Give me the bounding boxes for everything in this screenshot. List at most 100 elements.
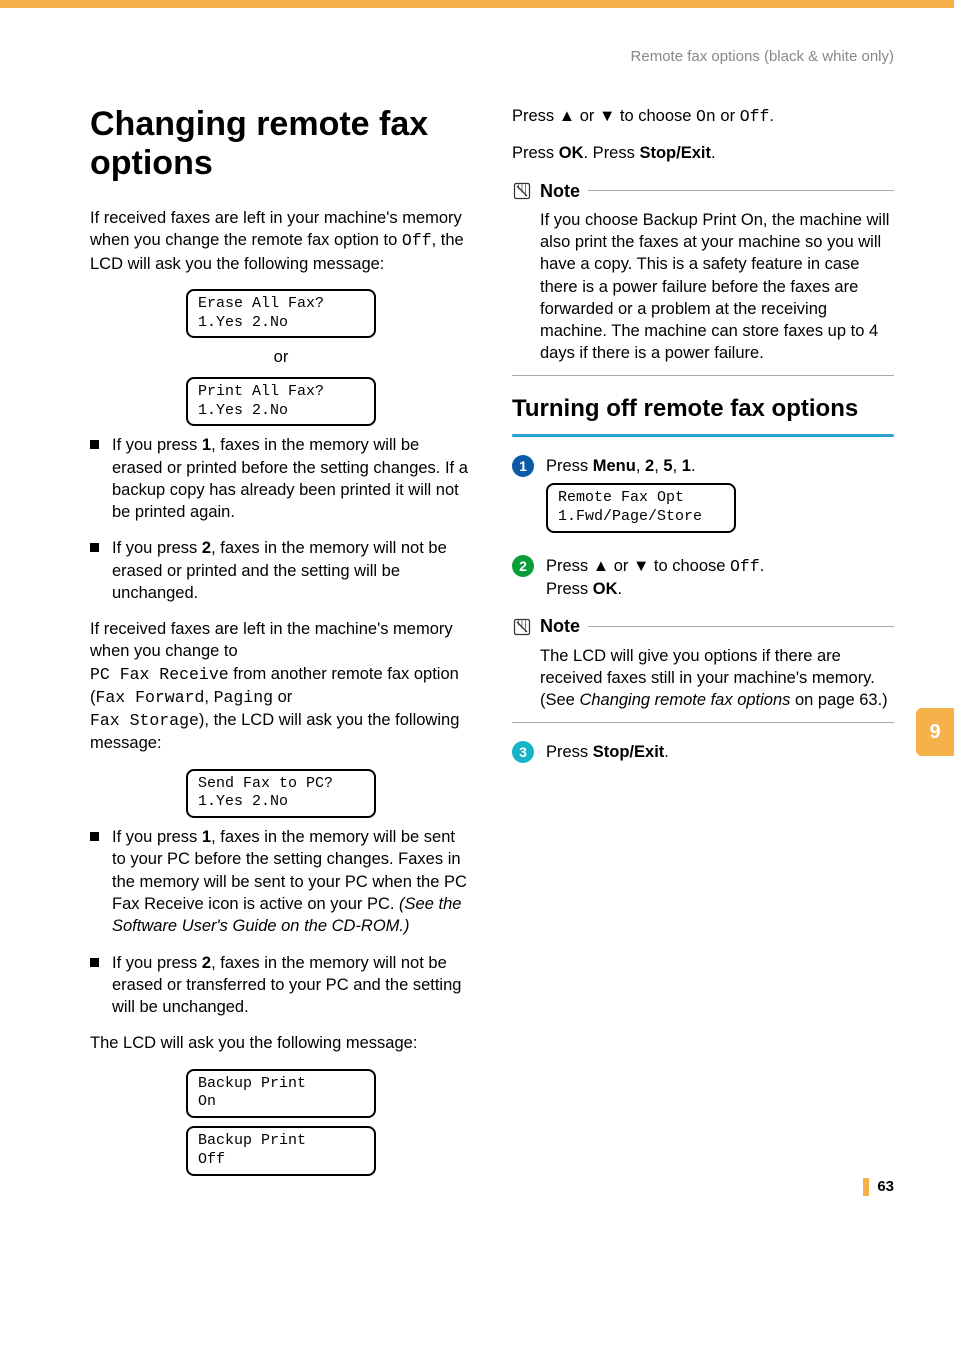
text: If received faxes are left in the machin…: [90, 620, 453, 660]
lcd-row: Send Fax to PC? 1.Yes 2.No: [90, 769, 472, 819]
or-separator: or: [90, 346, 472, 368]
page-title: Changing remote fax options: [90, 105, 472, 183]
chapter-tab: 9: [916, 708, 954, 756]
key-1: 1: [202, 436, 211, 454]
text: ,: [654, 457, 663, 475]
step-2: 2 Press ▲ or ▼ to choose Off. Press OK.: [512, 555, 894, 601]
note-title: Note: [540, 179, 580, 203]
key-ok: OK: [559, 144, 584, 162]
key-2: 2: [645, 457, 654, 475]
text: Press: [512, 144, 559, 162]
text: If you press: [112, 828, 202, 846]
running-head: Remote fax options (black & white only): [90, 48, 894, 65]
lcd-remote-fax-opt: Remote Fax Opt 1.Fwd/Page/Store: [546, 483, 736, 533]
text: to choose: [615, 107, 696, 125]
key-1: 1: [682, 457, 691, 475]
lcd-backup-print-on: Backup Print On: [186, 1069, 376, 1119]
key-ok: OK: [593, 580, 618, 598]
inline-code-off: Off: [730, 557, 760, 576]
inline-code-on: On: [696, 107, 716, 126]
step-1: 1 Press Menu, 2, 5, 1. Remote Fax Opt 1.…: [512, 455, 894, 541]
pcfax-paragraph: If received faxes are left in the machin…: [90, 618, 472, 755]
key-5: 5: [663, 457, 672, 475]
lcd-print-all-fax: Print All Fax? 1.Yes 2.No: [186, 377, 376, 427]
text: ,: [673, 457, 682, 475]
lcd-row: Backup Print On: [90, 1069, 472, 1119]
list-item: If you press 2, faxes in the memory will…: [90, 537, 472, 604]
text: to choose: [649, 557, 730, 575]
text: or: [273, 688, 292, 706]
inline-code: PC Fax Receive: [90, 665, 229, 684]
text: or: [575, 107, 599, 125]
section-title: Turning off remote fax options: [512, 394, 894, 424]
inline-code-off: Off: [402, 231, 432, 250]
text: .: [769, 107, 774, 125]
lcd-row: Print All Fax? 1.Yes 2.No: [90, 377, 472, 427]
intro-paragraph: If received faxes are left in your machi…: [90, 207, 472, 275]
note-icon: [512, 617, 532, 637]
step-badge-2: 2: [512, 555, 534, 577]
text: If you press: [112, 954, 202, 972]
note-header: Note: [512, 614, 894, 638]
note-title: Note: [540, 614, 580, 638]
list-item: If you press 1, faxes in the memory will…: [90, 826, 472, 937]
text: . Press: [584, 144, 640, 162]
text: .: [618, 580, 623, 598]
text: ,: [636, 457, 645, 475]
page-body: Remote fax options (black & white only) …: [0, 8, 954, 1224]
down-arrow-icon: ▼: [599, 107, 615, 125]
text: Press: [546, 457, 593, 475]
key-2: 2: [202, 539, 211, 557]
inline-code-off: Off: [740, 107, 770, 126]
key-stop-exit: Stop/Exit: [593, 743, 665, 761]
cross-reference: Changing remote fax options: [579, 691, 790, 709]
up-arrow-icon: ▲: [593, 557, 609, 575]
press-ok-stopexit: Press OK. Press Stop/Exit.: [512, 142, 894, 164]
right-column: Press ▲ or ▼ to choose On or Off. Press …: [512, 105, 894, 1184]
inline-code: Fax Storage: [90, 711, 199, 730]
note-rule-end: [512, 722, 894, 724]
key-stop-exit: Stop/Exit: [639, 144, 711, 162]
text: .: [664, 743, 669, 761]
key-1: 1: [202, 828, 211, 846]
two-column-layout: Changing remote fax options If received …: [90, 105, 894, 1184]
step-badge-3: 3: [512, 741, 534, 763]
press-arrow-line: Press ▲ or ▼ to choose On or Off.: [512, 105, 894, 128]
up-arrow-icon: ▲: [559, 107, 575, 125]
text: .: [691, 457, 696, 475]
note-body: The LCD will give you options if there a…: [512, 645, 894, 712]
lcd-row: Backup Print Off: [90, 1126, 472, 1176]
note-rule-end: [512, 375, 894, 377]
lcd-row: Erase All Fax? 1.Yes 2.No: [90, 289, 472, 339]
bullet-list: If you press 1, faxes in the memory will…: [90, 826, 472, 1018]
down-arrow-icon: ▼: [633, 557, 649, 575]
text: Press: [546, 580, 593, 598]
note-rule: [588, 626, 894, 628]
inline-code: Paging: [214, 688, 273, 707]
note-icon: [512, 181, 532, 201]
note-body: If you choose Backup Print On, the machi…: [512, 209, 894, 365]
text: If you press: [112, 436, 202, 454]
lcd-backup-print-off: Backup Print Off: [186, 1126, 376, 1176]
list-item: If you press 2, faxes in the memory will…: [90, 952, 472, 1019]
lcd-send-fax-to-pc: Send Fax to PC? 1.Yes 2.No: [186, 769, 376, 819]
step-badge-1: 1: [512, 455, 534, 477]
page-number: 63: [877, 1178, 894, 1195]
key-2: 2: [202, 954, 211, 972]
text: ,: [204, 688, 213, 706]
note-rule: [588, 190, 894, 192]
text: Press: [512, 107, 559, 125]
text: Press: [546, 557, 593, 575]
section-underline: [512, 434, 894, 437]
key-menu: Menu: [593, 457, 636, 475]
text: on page 63.): [790, 691, 887, 709]
left-column: Changing remote fax options If received …: [90, 105, 472, 1184]
step-body: Press Stop/Exit.: [546, 741, 894, 763]
text: .: [711, 144, 716, 162]
text: or: [716, 107, 740, 125]
inline-code: Fax Forward: [96, 688, 205, 707]
text: If you press: [112, 539, 202, 557]
list-item: If you press 1, faxes in the memory will…: [90, 434, 472, 523]
step-3: 3 Press Stop/Exit.: [512, 741, 894, 763]
note-header: Note: [512, 179, 894, 203]
